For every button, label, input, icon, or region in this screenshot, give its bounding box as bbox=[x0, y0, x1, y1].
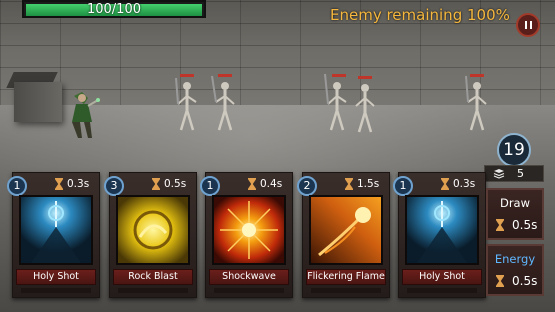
hourglass-icon bbox=[496, 219, 504, 231]
enemy-remaining-label: Enemy remaining 100% bbox=[330, 6, 510, 24]
skeleton-enemy bbox=[211, 74, 235, 131]
energy-button[interactable]: Energy 0.5s bbox=[486, 244, 544, 296]
skill-card-shockwave[interactable]: 1 0.4s Shockwave bbox=[200, 172, 293, 298]
flickering-flame-icon bbox=[309, 195, 383, 265]
energy-time: 0.5s bbox=[512, 274, 538, 288]
skeleton-enemy bbox=[465, 74, 487, 131]
hourglass-icon bbox=[345, 178, 353, 190]
pause-button[interactable] bbox=[516, 13, 540, 37]
health-text: 100/100 bbox=[86, 2, 141, 17]
draw-button[interactable]: Draw 0.5s bbox=[486, 188, 544, 240]
skill-card-rock-blast[interactable]: 3 0.5s Rock Blast bbox=[104, 172, 197, 298]
hourglass-icon bbox=[55, 178, 63, 190]
card-name: Holy Shot bbox=[402, 269, 482, 285]
shockwave-icon bbox=[212, 195, 286, 265]
deck-count: 5 bbox=[517, 167, 524, 180]
card-name: Holy Shot bbox=[16, 269, 96, 285]
rock-blast-icon bbox=[116, 195, 190, 265]
card-base bbox=[311, 288, 381, 293]
energy-cost-badge: 2 bbox=[297, 176, 317, 196]
card-base bbox=[21, 288, 91, 293]
cast-time: 0.3s bbox=[67, 178, 90, 190]
card-name: Rock Blast bbox=[113, 269, 193, 285]
hourglass-icon bbox=[152, 178, 160, 190]
energy-cost-badge: 1 bbox=[200, 176, 220, 196]
skill-card-holy-shot[interactable]: 1 0.3s Holy Shot bbox=[7, 172, 100, 298]
holy-shot-icon bbox=[405, 195, 479, 265]
energy-cost-badge: 1 bbox=[393, 176, 413, 196]
hero-character bbox=[72, 92, 100, 138]
stone-pedestal bbox=[14, 82, 62, 122]
card-stack-icon bbox=[493, 169, 505, 179]
cast-time: 0.3s bbox=[453, 178, 476, 190]
deck-timer: 19 bbox=[497, 133, 531, 167]
card-base bbox=[407, 288, 477, 293]
skeleton-enemy bbox=[355, 76, 375, 133]
skeleton-enemy bbox=[175, 74, 197, 131]
energy-cost-badge: 3 bbox=[104, 176, 124, 196]
hourglass-icon bbox=[248, 178, 256, 190]
cast-time: 0.4s bbox=[260, 178, 283, 190]
card-base bbox=[118, 288, 188, 293]
energy-cost-badge: 1 bbox=[7, 176, 27, 196]
skeleton-enemy bbox=[324, 73, 347, 131]
skill-card-flickering-flame[interactable]: 2 1.5s Flickering Flame bbox=[297, 172, 390, 298]
hourglass-icon bbox=[441, 178, 449, 190]
draw-label: Draw bbox=[499, 196, 531, 210]
energy-label: Energy bbox=[494, 252, 536, 266]
card-base bbox=[214, 288, 284, 293]
draw-time: 0.5s bbox=[512, 218, 538, 232]
cast-time: 1.5s bbox=[357, 178, 380, 190]
card-name: Shockwave bbox=[209, 269, 289, 285]
holy-shot-icon bbox=[19, 195, 93, 265]
deck-counter: 5 bbox=[484, 165, 544, 182]
pause-icon bbox=[524, 21, 527, 29]
hourglass-icon bbox=[496, 275, 504, 287]
skill-card-holy-shot[interactable]: 1 0.3s Holy Shot bbox=[393, 172, 486, 298]
card-name: Flickering Flame bbox=[306, 269, 386, 285]
cast-time: 0.5s bbox=[164, 178, 187, 190]
player-health-bar: 100/100 bbox=[22, 0, 206, 18]
